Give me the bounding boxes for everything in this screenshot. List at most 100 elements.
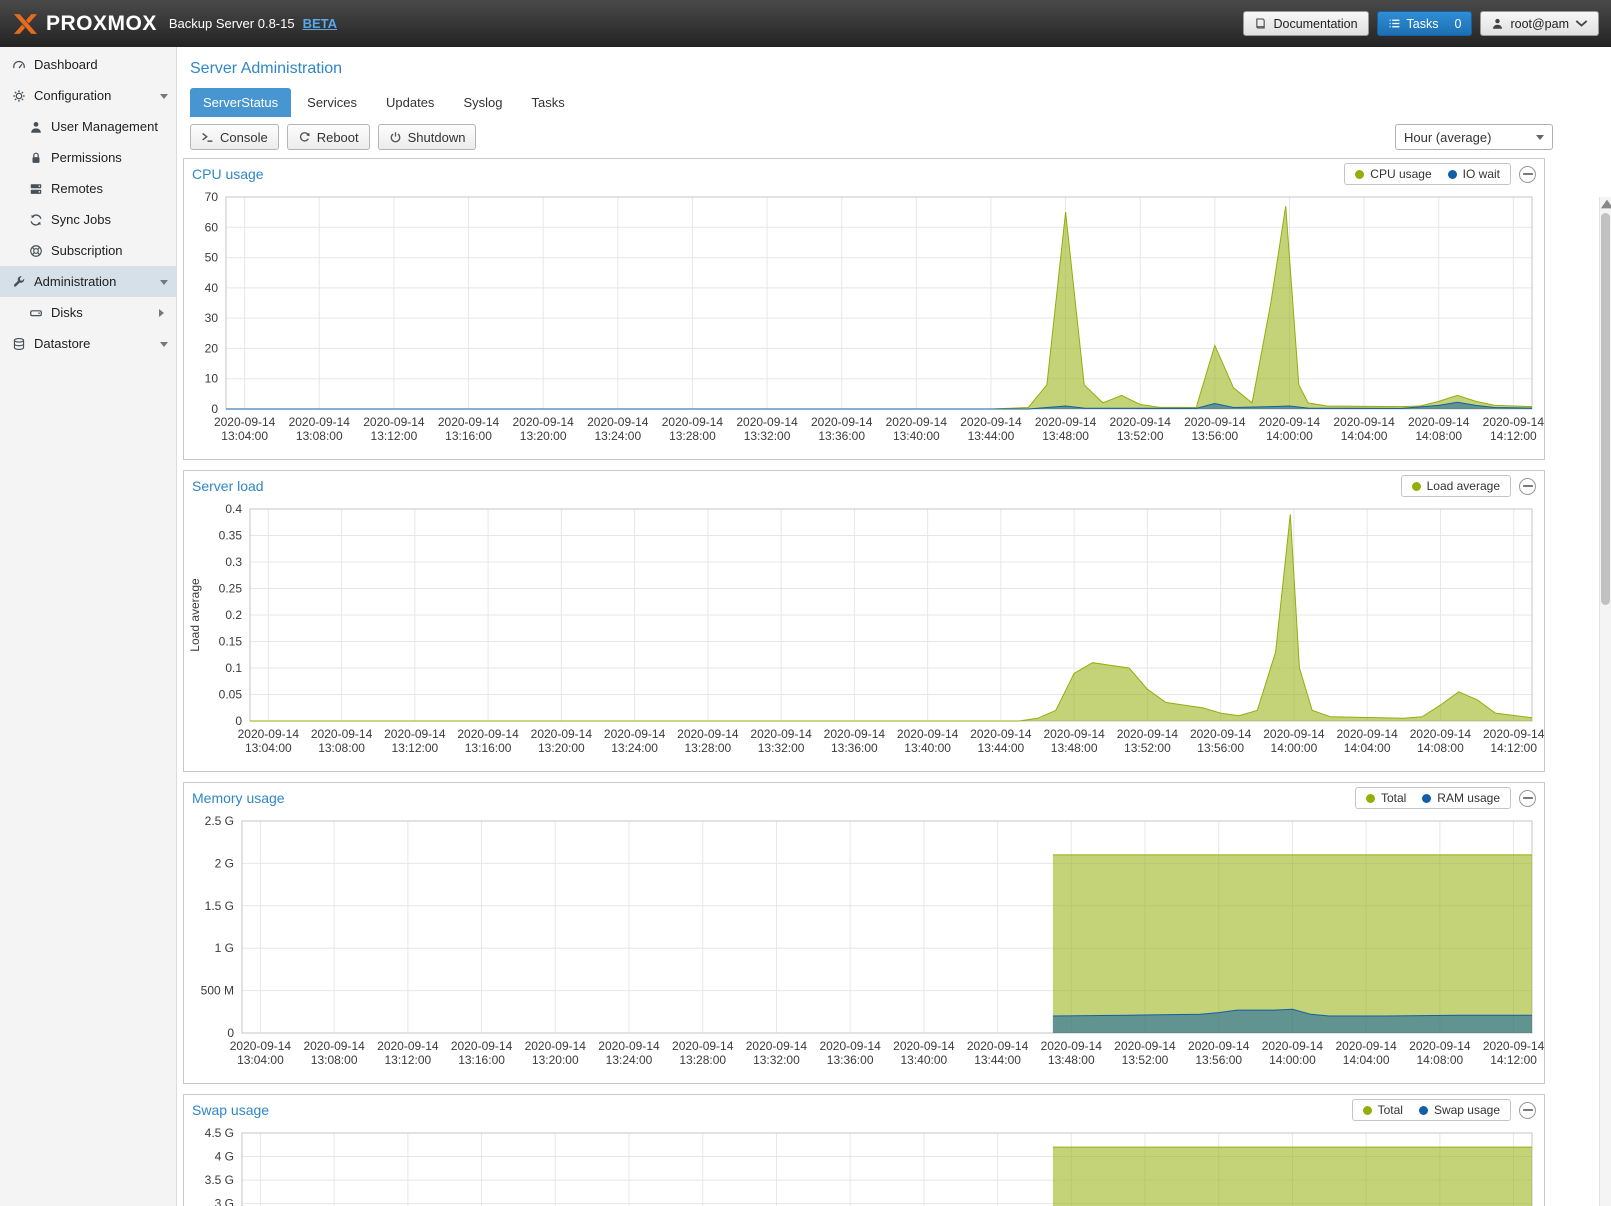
svg-text:2020-09-14: 2020-09-14 [363,415,425,429]
svg-text:2020-09-14: 2020-09-14 [289,415,351,429]
refresh-icon [27,213,44,227]
sidebar-item-disks[interactable]: Disks [0,297,176,328]
tasks-button[interactable]: Tasks 0 [1377,11,1473,36]
svg-text:2020-09-14: 2020-09-14 [1409,1039,1471,1053]
chart-panel-header: Memory usageTotalRAM usage [184,783,1544,813]
tab-tasks[interactable]: Tasks [518,88,577,117]
beta-link[interactable]: BETA [303,16,337,31]
timeframe-select[interactable]: Hour (average) [1395,124,1553,150]
tab-syslog[interactable]: Syslog [450,88,515,117]
documentation-button[interactable]: Documentation [1243,11,1368,36]
svg-text:13:52:00: 13:52:00 [1124,741,1171,755]
sidebar-item-datastore[interactable]: Datastore [0,328,176,359]
reboot-button[interactable]: Reboot [287,124,370,150]
sidebar-item-label: User Management [51,119,158,134]
svg-text:13:36:00: 13:36:00 [827,1053,874,1067]
sidebar-item-dashboard[interactable]: Dashboard [0,49,176,80]
legend-item-swap-usage[interactable]: Swap usage [1419,1103,1500,1117]
svg-text:2020-09-14: 2020-09-14 [1184,415,1246,429]
svg-text:14:12:00: 14:12:00 [1490,741,1537,755]
sidebar-item-label: Subscription [51,243,123,258]
chevron-down-icon[interactable] [160,94,168,103]
scrollbar-thumb[interactable] [1601,213,1610,605]
svg-text:2020-09-14: 2020-09-14 [311,727,373,741]
sidebar-item-remotes[interactable]: Remotes [0,173,176,204]
svg-text:2020-09-14: 2020-09-14 [677,727,739,741]
chevron-right-icon[interactable] [159,309,168,317]
svg-text:13:20:00: 13:20:00 [520,429,567,443]
svg-text:2020-09-14: 2020-09-14 [819,1039,881,1053]
collapse-panel-button[interactable] [1519,1102,1536,1119]
svg-text:14:12:00: 14:12:00 [1490,1053,1537,1067]
legend-item-total[interactable]: Total [1366,791,1406,805]
svg-text:13:08:00: 13:08:00 [311,1053,358,1067]
svg-text:2020-09-14: 2020-09-14 [1410,727,1472,741]
product-version: Backup Server 0.8-15 [169,16,295,31]
sidebar-item-label: Datastore [34,336,90,351]
svg-text:2020-09-14: 2020-09-14 [1117,727,1179,741]
series-area-load-average [250,514,1532,721]
svg-text:2020-09-14: 2020-09-14 [214,415,276,429]
svg-text:2020-09-14: 2020-09-14 [1408,415,1470,429]
legend-item-ram-usage[interactable]: RAM usage [1422,791,1500,805]
svg-text:500 M: 500 M [201,984,234,998]
chart-legend: Load average [1401,475,1511,497]
svg-text:2020-09-14: 2020-09-14 [967,1039,1029,1053]
svg-text:2020-09-14: 2020-09-14 [587,415,649,429]
chart-panel-swap-usage: Swap usageTotalSwap usage2020-09-1413:04… [183,1094,1545,1206]
sidebar-item-subscription[interactable]: Subscription [0,235,176,266]
sidebar-item-administration[interactable]: Administration [0,266,176,297]
svg-text:13:20:00: 13:20:00 [532,1053,579,1067]
chart-legend: Total RAM usage [1355,787,1511,809]
chart-panel-cpu-usage: CPU usageCPU usageIO wait2020-09-1413:04… [183,158,1545,460]
legend-item-io-wait[interactable]: IO wait [1448,167,1500,181]
chart-panel-memory-usage: Memory usageTotalRAM usage2020-09-1413:0… [183,782,1545,1084]
svg-text:0.35: 0.35 [219,529,243,543]
power-icon [389,131,402,144]
svg-text:13:44:00: 13:44:00 [978,741,1025,755]
chevron-down-icon[interactable] [160,342,168,351]
legend-label: Total [1381,791,1406,805]
svg-text:2020-09-14: 2020-09-14 [384,727,446,741]
svg-text:14:04:00: 14:04:00 [1343,1053,1390,1067]
svg-text:70: 70 [205,190,219,204]
series-area-total [1053,1147,1532,1206]
sidebar-item-sync-jobs[interactable]: Sync Jobs [0,204,176,235]
sidebar-item-permissions[interactable]: Permissions [0,142,176,173]
sidebar-item-user-management[interactable]: User Management [0,111,176,142]
chevron-down-icon[interactable] [160,280,168,289]
svg-text:2020-09-14: 2020-09-14 [1483,415,1544,429]
svg-text:13:24:00: 13:24:00 [594,429,641,443]
svg-text:3.5 G: 3.5 G [205,1173,234,1187]
collapse-panel-button[interactable] [1519,790,1536,807]
chart-panel-header: Swap usageTotalSwap usage [184,1095,1544,1125]
main-content: Server Administration ServerStatusServic… [177,47,1611,1206]
app-window: PROXMOX Backup Server 0.8-15 BETA Docume… [0,0,1611,1206]
console-label: Console [220,130,268,145]
collapse-panel-button[interactable] [1519,166,1536,183]
shutdown-button[interactable]: Shutdown [378,124,477,150]
svg-text:13:44:00: 13:44:00 [974,1053,1021,1067]
tab-updates[interactable]: Updates [373,88,447,117]
svg-text:13:36:00: 13:36:00 [818,429,865,443]
svg-text:0.1: 0.1 [225,661,242,675]
chart-panel-header: Server loadLoad average [184,471,1544,501]
svg-text:20: 20 [205,341,219,355]
sidebar-item-configuration[interactable]: Configuration [0,80,176,111]
svg-text:13:56:00: 13:56:00 [1191,429,1238,443]
svg-text:2020-09-14: 2020-09-14 [451,1039,513,1053]
legend-item-load-average[interactable]: Load average [1412,479,1500,493]
chart-title: CPU usage [192,166,264,182]
tab-serverstatus[interactable]: ServerStatus [190,88,291,117]
legend-item-total[interactable]: Total [1363,1103,1403,1117]
tab-services[interactable]: Services [294,88,370,117]
user-menu-button[interactable]: root@pam [1480,11,1599,36]
console-button[interactable]: Console [190,124,279,150]
scroll-up-button[interactable] [1600,197,1611,210]
svg-text:2020-09-14: 2020-09-14 [672,1039,734,1053]
vertical-scrollbar[interactable] [1599,197,1611,1206]
svg-text:13:08:00: 13:08:00 [296,429,343,443]
collapse-panel-button[interactable] [1519,478,1536,495]
svg-text:14:12:00: 14:12:00 [1490,429,1537,443]
legend-item-cpu-usage[interactable]: CPU usage [1355,167,1431,181]
